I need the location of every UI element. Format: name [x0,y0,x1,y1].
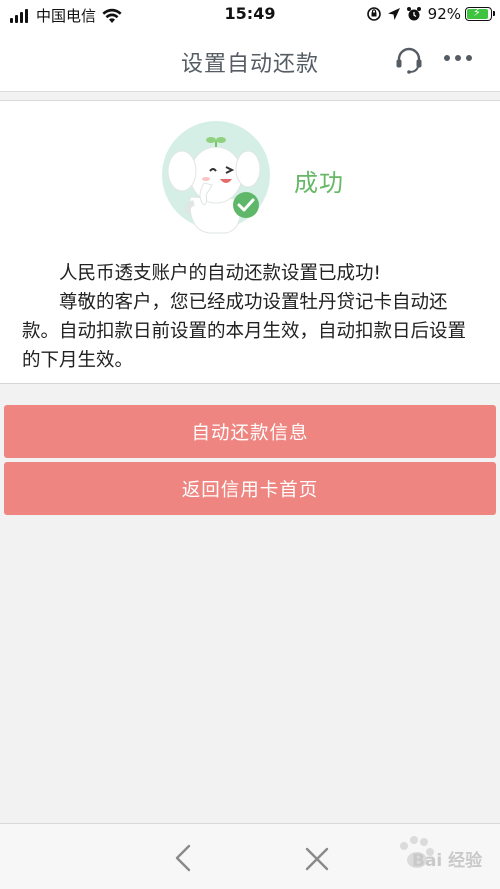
elephant-mascot-success-icon [162,121,270,234]
result-message-line1: 人民币透支账户的自动还款设置已成功! [59,263,381,284]
charging-bolt-icon: ⚡ [473,6,481,19]
status-bar-right: 92% ⚡ [366,5,495,23]
status-bar: 中国电信 15:49 92% ⚡ [0,0,500,28]
more-options-icon[interactable] [441,48,475,68]
result-message: 人民币透支账户的自动还款设置已成功! 尊敬的客户，您已经成功设置牡丹贷记卡自动还… [22,259,480,375]
result-card: 成功 人民币透支账户的自动还款设置已成功! 尊敬的客户，您已经成功设置牡丹贷记卡… [0,100,500,384]
alarm-icon [406,7,421,21]
success-status: 成功 [294,169,344,197]
close-icon[interactable] [302,844,332,874]
rotation-lock-icon [366,7,381,21]
customer-service-headset-icon[interactable] [394,46,424,74]
back-chevron-icon[interactable] [170,842,198,874]
location-icon [387,8,400,20]
page-title: 设置自动还款 [180,52,319,77]
auto-repay-info-button[interactable]: 自动还款信息 [4,405,496,458]
battery-icon: ⚡ [465,6,495,21]
result-message-line2: 尊敬的客户，您已经成功设置牡丹贷记卡自动还款。自动扣款日前设置的本月生效，自动扣… [22,292,467,371]
watermark-text: Bai 经验 [412,851,483,871]
nav-bar: 设置自动还款 [0,28,500,92]
back-to-credit-card-home-button[interactable]: 返回信用卡首页 [4,462,496,515]
battery-percent: 92% [427,5,461,23]
